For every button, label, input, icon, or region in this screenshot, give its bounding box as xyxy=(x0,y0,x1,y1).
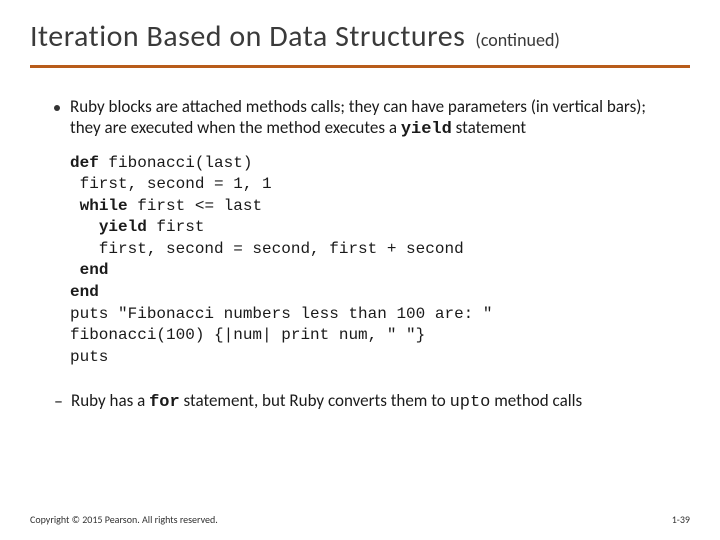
content-area: Ruby blocks are attached methods calls; … xyxy=(30,96,690,414)
code-kw-yield: yield xyxy=(99,218,147,236)
divider-rule xyxy=(30,65,690,68)
footer: Copyright © 2015 Pearson. All rights res… xyxy=(30,513,690,526)
bullet-post: statement xyxy=(452,117,526,138)
copyright-text: Copyright © 2015 Pearson. All rights res… xyxy=(30,513,218,526)
code-l4a xyxy=(70,218,99,236)
sub-bullet-item: – Ruby has a for statement, but Ruby con… xyxy=(54,390,680,413)
sub-code1: for xyxy=(149,393,180,412)
code-l4c: first xyxy=(147,218,205,236)
code-l3a xyxy=(70,197,80,215)
slide: Iteration Based on Data Structures (cont… xyxy=(0,0,720,540)
sub-mid: statement, but Ruby converts them to xyxy=(180,390,450,411)
bullet-code: yield xyxy=(401,120,452,139)
code-l9: fibonacci(100) {|num| print num, " "} xyxy=(70,326,425,344)
slide-subtitle: (continued) xyxy=(475,29,560,51)
slide-title: Iteration Based on Data Structures xyxy=(30,18,465,55)
bullet-dot-icon xyxy=(54,105,60,111)
sub-pre: Ruby has a xyxy=(71,390,149,411)
code-l2: first, second = 1, 1 xyxy=(70,175,272,193)
dash-icon: – xyxy=(54,390,63,413)
code-block: def fibonacci(last) first, second = 1, 1… xyxy=(70,153,680,369)
code-kw-end2: end xyxy=(70,283,99,301)
sub-code2: upto xyxy=(450,393,491,412)
sub-post: method calls xyxy=(490,390,582,411)
sub-bullet-text: Ruby has a for statement, but Ruby conve… xyxy=(71,390,582,413)
bullet-text: Ruby blocks are attached methods calls; … xyxy=(70,96,680,141)
code-l8: puts "Fibonacci numbers less than 100 ar… xyxy=(70,305,492,323)
code-kw-while: while xyxy=(80,197,128,215)
code-l3c: first <= last xyxy=(128,197,262,215)
bullet-item: Ruby blocks are attached methods calls; … xyxy=(54,96,680,141)
page-number: 1-39 xyxy=(672,513,690,526)
title-row: Iteration Based on Data Structures (cont… xyxy=(30,18,690,55)
code-l5: first, second = second, first + second xyxy=(70,240,464,258)
code-kw-end1: end xyxy=(80,261,109,279)
bullet-pre: Ruby blocks are attached methods calls; … xyxy=(70,96,646,138)
code-l1b: fibonacci(last) xyxy=(99,154,253,172)
code-l10: puts xyxy=(70,348,108,366)
code-l6a xyxy=(70,261,80,279)
code-kw-def: def xyxy=(70,154,99,172)
